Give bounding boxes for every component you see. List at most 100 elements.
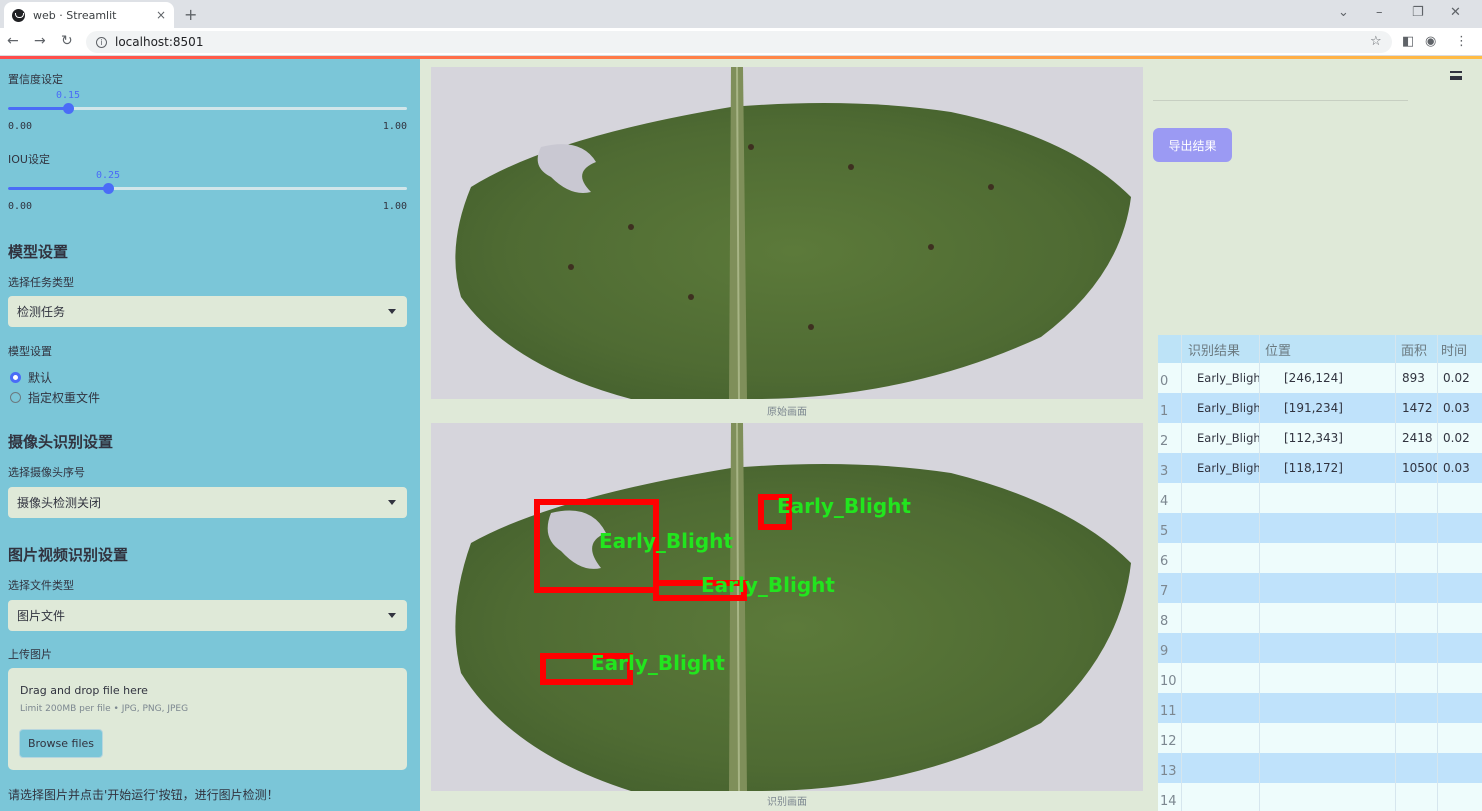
result-cell[interactable] [1182, 543, 1260, 573]
area-cell[interactable] [1396, 573, 1438, 603]
menu-icon[interactable]: ⋮ [1455, 34, 1468, 49]
position-cell[interactable] [1260, 693, 1396, 723]
file-type-select[interactable]: 图片文件 [8, 600, 407, 631]
result-cell[interactable] [1182, 753, 1260, 783]
star-icon[interactable]: ☆ [1370, 34, 1382, 49]
restore-icon[interactable]: ❐ [1412, 5, 1424, 20]
row-index-cell[interactable]: 3 [1158, 453, 1182, 483]
area-cell[interactable] [1396, 603, 1438, 633]
time-cell[interactable] [1438, 723, 1482, 753]
camera-index-select[interactable]: 摄像头检测关闭 [8, 487, 407, 518]
task-type-select[interactable]: 检测任务 [8, 296, 407, 327]
row-index-cell[interactable]: 9 [1158, 633, 1182, 663]
result-cell[interactable] [1182, 723, 1260, 753]
time-cell[interactable]: 0.03 [1438, 393, 1482, 423]
result-cell[interactable]: Early_Blight [1182, 393, 1260, 423]
area-cell[interactable] [1396, 723, 1438, 753]
time-cell[interactable] [1438, 483, 1482, 513]
position-cell[interactable] [1260, 723, 1396, 753]
iou-slider-thumb[interactable] [103, 183, 114, 194]
header-time[interactable]: 时间 [1438, 335, 1482, 363]
confidence-slider[interactable] [8, 103, 407, 114]
back-arrow-icon[interactable]: ← [7, 33, 19, 49]
position-cell[interactable] [1260, 603, 1396, 633]
row-index-cell[interactable]: 11 [1158, 693, 1182, 723]
row-index-cell[interactable]: 1 [1158, 393, 1182, 423]
area-cell[interactable] [1396, 693, 1438, 723]
position-cell[interactable] [1260, 663, 1396, 693]
row-index-cell[interactable]: 12 [1158, 723, 1182, 753]
position-cell[interactable]: [118,172] [1260, 453, 1396, 483]
tab-search-chevron-icon[interactable]: ⌄ [1338, 5, 1349, 20]
row-index-cell[interactable]: 2 [1158, 423, 1182, 453]
row-index-cell[interactable]: 14 [1158, 783, 1182, 811]
position-cell[interactable]: [112,343] [1260, 423, 1396, 453]
position-cell[interactable] [1260, 633, 1396, 663]
area-cell[interactable] [1396, 663, 1438, 693]
position-cell[interactable]: [246,124] [1260, 363, 1396, 393]
time-cell[interactable] [1438, 663, 1482, 693]
area-cell[interactable]: 893 [1396, 363, 1438, 393]
row-index-cell[interactable]: 0 [1158, 363, 1182, 393]
new-tab-icon[interactable]: + [184, 5, 197, 24]
result-cell[interactable] [1182, 483, 1260, 513]
window-close-icon[interactable]: ✕ [1450, 5, 1461, 20]
iou-slider[interactable] [8, 183, 407, 194]
time-cell[interactable] [1438, 573, 1482, 603]
time-cell[interactable] [1438, 543, 1482, 573]
radio-unselected-icon[interactable] [10, 392, 21, 403]
sidebar-icon[interactable]: ◧ [1402, 34, 1414, 49]
header-area[interactable]: 面积 [1396, 335, 1438, 363]
area-cell[interactable] [1396, 753, 1438, 783]
browse-files-button[interactable]: Browse files [19, 729, 103, 758]
radio-selected-icon[interactable] [10, 372, 21, 383]
row-index-cell[interactable]: 10 [1158, 663, 1182, 693]
site-info-icon[interactable]: i [96, 36, 107, 48]
position-cell[interactable]: [191,234] [1260, 393, 1396, 423]
result-cell[interactable] [1182, 783, 1260, 811]
file-uploader-dropzone[interactable]: Drag and drop file here Limit 200MB per … [8, 668, 407, 770]
browser-tab[interactable]: web · Streamlit × [4, 2, 174, 28]
area-cell[interactable] [1396, 783, 1438, 811]
hamburger-menu-icon[interactable] [1450, 71, 1462, 80]
confidence-slider-thumb[interactable] [63, 103, 74, 114]
row-index-cell[interactable]: 13 [1158, 753, 1182, 783]
area-cell[interactable]: 2418 [1396, 423, 1438, 453]
row-index-cell[interactable]: 4 [1158, 483, 1182, 513]
result-cell[interactable]: Early_Blight [1182, 363, 1260, 393]
address-bar[interactable]: i localhost:8501 [86, 31, 1392, 53]
time-cell[interactable] [1438, 633, 1482, 663]
area-cell[interactable]: 10500 [1396, 453, 1438, 483]
result-cell[interactable] [1182, 633, 1260, 663]
result-cell[interactable]: Early_Blight [1182, 423, 1260, 453]
forward-arrow-icon[interactable]: → [34, 33, 46, 49]
row-index-cell[interactable]: 5 [1158, 513, 1182, 543]
profile-icon[interactable]: ◉ [1425, 34, 1436, 49]
time-cell[interactable] [1438, 603, 1482, 633]
time-cell[interactable] [1438, 513, 1482, 543]
tab-close-icon[interactable]: × [156, 8, 166, 22]
time-cell[interactable]: 0.02 [1438, 363, 1482, 393]
position-cell[interactable] [1260, 573, 1396, 603]
result-cell[interactable]: Early_Blight [1182, 453, 1260, 483]
time-cell[interactable] [1438, 753, 1482, 783]
result-cell[interactable] [1182, 663, 1260, 693]
area-cell[interactable]: 1472 [1396, 393, 1438, 423]
area-cell[interactable] [1396, 483, 1438, 513]
time-cell[interactable]: 0.03 [1438, 453, 1482, 483]
position-cell[interactable] [1260, 753, 1396, 783]
result-cell[interactable] [1182, 573, 1260, 603]
minimize-icon[interactable]: – [1376, 5, 1383, 20]
radio-custom-weights[interactable]: 指定权重文件 [10, 389, 100, 406]
position-cell[interactable] [1260, 513, 1396, 543]
area-cell[interactable] [1396, 633, 1438, 663]
time-cell[interactable]: 0.02 [1438, 423, 1482, 453]
area-cell[interactable] [1396, 543, 1438, 573]
header-position[interactable]: 位置 [1260, 335, 1396, 363]
result-cell[interactable] [1182, 603, 1260, 633]
area-cell[interactable] [1396, 513, 1438, 543]
result-cell[interactable] [1182, 513, 1260, 543]
result-cell[interactable] [1182, 693, 1260, 723]
position-cell[interactable] [1260, 783, 1396, 811]
header-result[interactable]: 识别结果 [1182, 335, 1260, 363]
